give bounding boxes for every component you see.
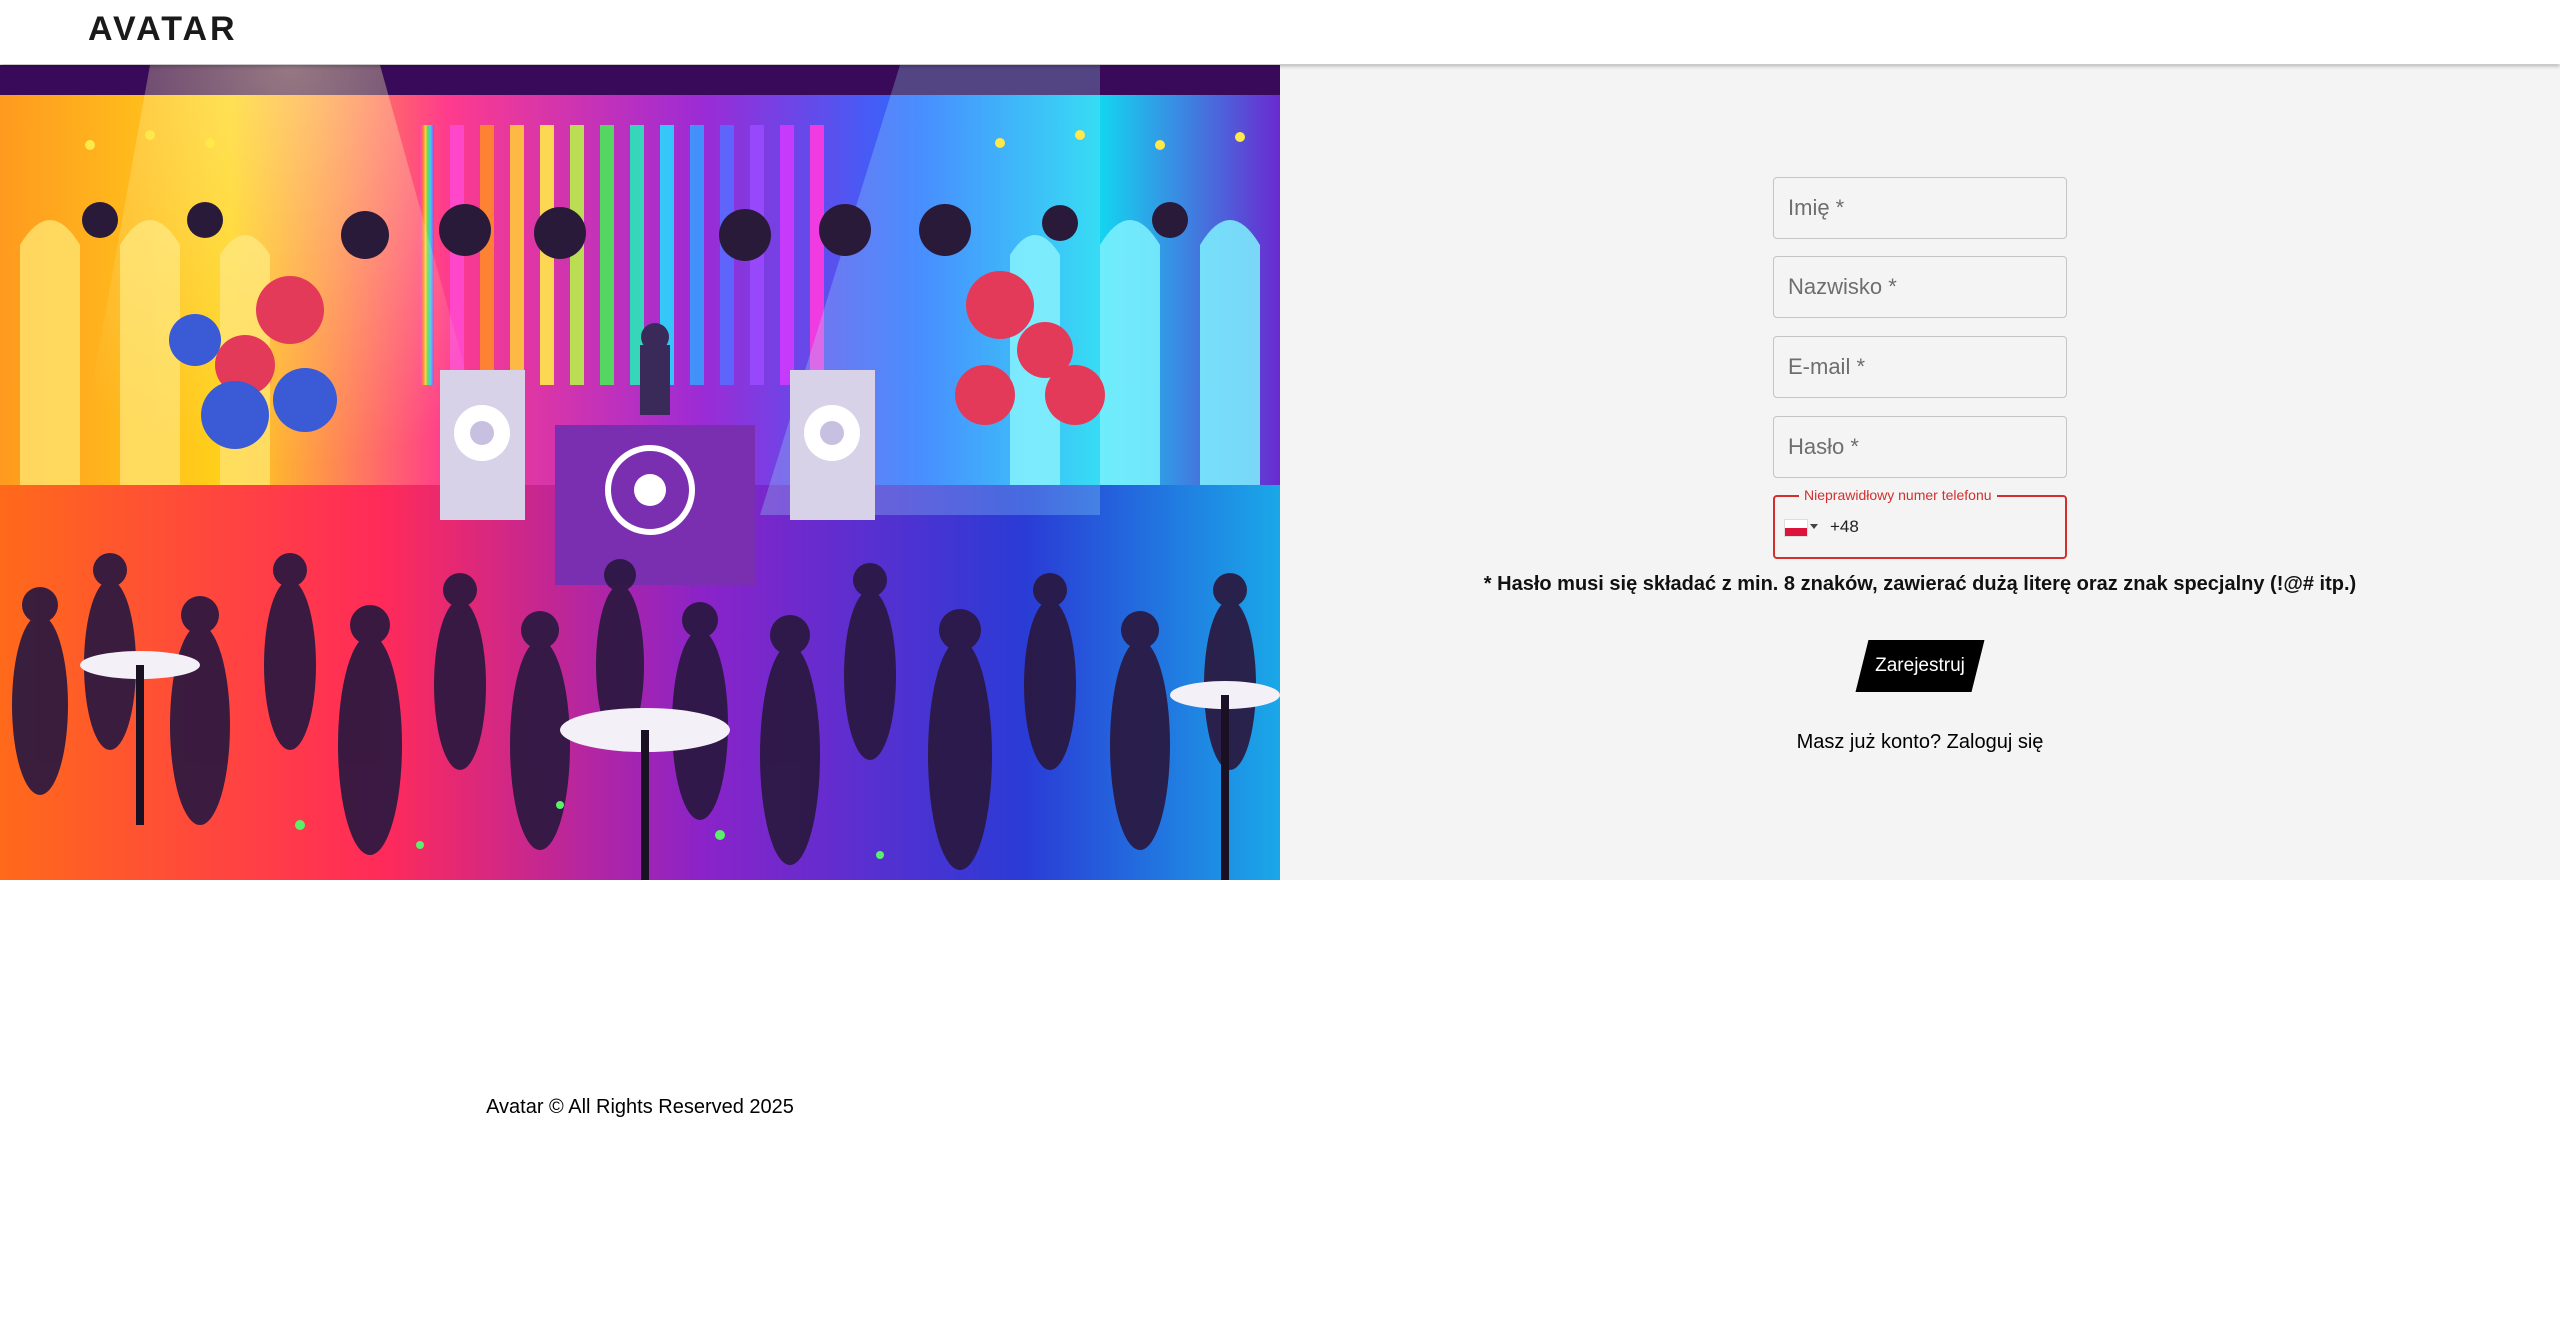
phone-error-label: Nieprawidłowy numer telefonu [1799, 487, 1997, 503]
register-button-label: Zarejestruj [1875, 655, 1965, 676]
phone-input[interactable] [1830, 509, 2050, 545]
top-header: AVATAR [0, 0, 2560, 64]
email-input[interactable] [1774, 337, 2066, 397]
footer-copyright: Avatar © All Rights Reserved 2025 [486, 1096, 794, 1118]
first-name-input[interactable] [1774, 178, 2066, 238]
email-field[interactable] [1773, 336, 2067, 398]
password-field[interactable] [1773, 416, 2067, 478]
register-button[interactable]: Zarejestruj [1855, 640, 1985, 692]
phone-field[interactable]: Nieprawidłowy numer telefonu [1773, 487, 2067, 559]
password-hint: * Hasło musi się składać z min. 8 znaków… [1483, 573, 2357, 595]
caret-down-icon [1810, 524, 1818, 529]
first-name-field[interactable] [1773, 177, 2067, 239]
party-hero-image [0, 65, 1280, 880]
login-link[interactable]: Zaloguj się [1947, 731, 2044, 753]
country-selector[interactable] [1784, 519, 1822, 539]
last-name-field[interactable] [1773, 256, 2067, 318]
password-input[interactable] [1774, 417, 2066, 477]
avatar-logo[interactable]: AVATAR [88, 10, 238, 49]
poland-flag-icon [1784, 519, 1808, 537]
login-prompt: Masz już konto? Zaloguj się [1280, 731, 2560, 754]
login-prompt-text: Masz już konto? [1796, 731, 1942, 753]
register-form-panel: Nieprawidłowy numer telefonu * Hasło mus… [1280, 65, 2560, 880]
party-scene-illustration [0, 65, 1280, 880]
last-name-input[interactable] [1774, 257, 2066, 317]
